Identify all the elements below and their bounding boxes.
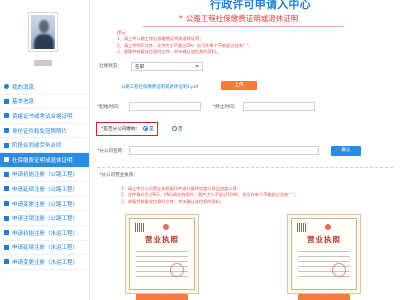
sidebar-item-label: 申请延续注册（水运工程） bbox=[12, 245, 79, 252]
main-content: * 公路工程社保缴费证明或退休证明 提示： 1、请上传公路工程社保缴费证明或退休证… bbox=[91, 0, 400, 300]
company-name-label: *分公司名称： bbox=[97, 149, 127, 154]
tips-line: 3、收集并装载该信息时文件，并未确认该信息的资料。 bbox=[117, 49, 221, 55]
sidebar-item-basic-info[interactable]: 基本信息 bbox=[0, 95, 89, 110]
form-icon bbox=[4, 259, 9, 265]
radio-no[interactable] bbox=[172, 126, 177, 131]
seal-icon bbox=[170, 263, 184, 277]
licence-image-front[interactable]: 营业执照 bbox=[125, 214, 199, 294]
uploaded-file-link[interactable]: 公路工程社保缴费证明或退休证明1.pdf bbox=[121, 84, 198, 90]
sidebar-item-qualification[interactable]: 资格证书或考试合格证明 bbox=[0, 109, 89, 124]
sidebar-item-renew-reg-highway[interactable]: 申请延续注册（公路工程） bbox=[0, 182, 89, 197]
qr-code-icon bbox=[297, 223, 306, 232]
section-divider bbox=[97, 167, 393, 168]
start-date-input[interactable] bbox=[129, 102, 201, 111]
sidebar-item-initial-reg-water[interactable]: 申请初始注册（水运工程） bbox=[0, 226, 89, 241]
sidebar-item-label: 申请注销注册（公路工程） bbox=[12, 216, 79, 223]
notes-line: 2、文件格式为 JPEG、PNG格式的图片，图片大小不超过500K，仅可作单个不… bbox=[121, 192, 299, 198]
sidebar-item-label: 申请初始注册（水运工程） bbox=[12, 230, 79, 237]
end-date-label: *终止时间： bbox=[213, 105, 239, 110]
sidebar-item-social-security[interactable]: 社保缴费证明或退休证明 bbox=[0, 152, 89, 168]
form-icon bbox=[4, 171, 9, 177]
form-icon bbox=[4, 215, 9, 221]
sidebar-item-id-photo[interactable]: 身份证件和免冠照照片 bbox=[0, 124, 89, 139]
licence-title: 营业执照 bbox=[145, 235, 179, 244]
confirm-button[interactable]: 确认 bbox=[331, 146, 361, 156]
licence-upload-button-back[interactable] bbox=[298, 294, 350, 300]
page-title: * 公路工程社保缴费证明或退休证明 bbox=[179, 13, 298, 24]
licence-label: *分公司营业执照： bbox=[99, 173, 139, 178]
sidebar: 我的消息 基本信息 资格证书或考试合格证明 身份证件和免冠照照片 阶段合同或劳务… bbox=[0, 0, 90, 300]
branch-question: *是否分公司缴纳： 是 bbox=[101, 126, 154, 132]
radio-no-label: 否 bbox=[178, 127, 183, 132]
sidebar-item-label: 阶段合同或劳务合同 bbox=[12, 143, 62, 150]
social-status-select[interactable]: 在职 bbox=[131, 62, 203, 71]
start-date-label: *起始时间： bbox=[97, 105, 123, 110]
required-star-icon: * bbox=[179, 14, 183, 23]
radio-no-group: 否 bbox=[169, 126, 183, 132]
emblem-icon bbox=[163, 224, 169, 230]
form-icon bbox=[4, 230, 9, 236]
qr-code-icon bbox=[135, 223, 144, 232]
sidebar-item-label: 我的消息 bbox=[12, 84, 35, 91]
sidebar-item-label: 申请初始注册（公路工程） bbox=[12, 172, 79, 179]
sidebar-item-label: 基本信息 bbox=[12, 99, 35, 106]
emblem-icon bbox=[325, 224, 331, 230]
certificate-icon bbox=[4, 113, 9, 119]
contract-icon bbox=[4, 142, 9, 148]
social-status-label: 社保状态： bbox=[99, 64, 122, 69]
sidebar-item-renew-reg-water[interactable]: 申请延续注册（水运工程） bbox=[0, 241, 89, 256]
avatar-frame bbox=[28, 12, 58, 52]
bell-icon bbox=[4, 84, 9, 90]
sidebar-item-initial-reg-highway[interactable]: 申请初始注册（公路工程） bbox=[0, 168, 89, 183]
sidebar-item-cancel-reg-highway[interactable]: 申请注销注册（公路工程） bbox=[0, 211, 89, 226]
form-icon bbox=[4, 244, 9, 250]
form-icon bbox=[4, 186, 9, 192]
sidebar-item-label: 申请变更注册（水运工程） bbox=[12, 259, 79, 266]
form-icon bbox=[4, 201, 9, 207]
branch-label: *是否分公司缴纳： bbox=[101, 127, 141, 132]
page-title-text: 公路工程社保缴费证明或退休证明 bbox=[185, 14, 299, 23]
doc-icon bbox=[4, 98, 9, 104]
licence-title: 营业执照 bbox=[307, 235, 341, 244]
licence-upload-button-front[interactable] bbox=[136, 294, 188, 300]
tips-block: 提示： 1、请上传公路工程社保缴费证明或退休证明； 2、请上传PDF文件，文件大… bbox=[117, 30, 253, 56]
sidebar-item-change-reg-highway[interactable]: 申请变更注册（公路工程） bbox=[0, 197, 89, 212]
sidebar-item-label: 申请变更注册（公路工程） bbox=[12, 201, 79, 208]
licence-notes: 1、请上传分公司营业执照复印件或扫描件加盖公章且加盖公章； 2、文件格式为 JP… bbox=[121, 186, 298, 205]
sidebar-item-messages[interactable]: 我的消息 bbox=[0, 80, 89, 95]
heading-divider bbox=[143, 26, 343, 27]
sidebar-item-label: 申请延续注册（公路工程） bbox=[12, 186, 79, 193]
chevron-down-icon bbox=[195, 65, 199, 68]
licence-image-back[interactable]: 营业执照 bbox=[287, 214, 361, 294]
sidebar-item-label: 社保缴费证明或退休证明 bbox=[12, 157, 73, 164]
sidebar-item-change-reg-water[interactable]: 申请变更注册（水运工程） bbox=[0, 255, 89, 270]
sidebar-nav: 我的消息 基本信息 资格证书或考试合格证明 身份证件和免冠照照片 阶段合同或劳务… bbox=[0, 80, 89, 270]
sidebar-item-label: 资格证书或考试合格证明 bbox=[12, 113, 73, 120]
radio-yes[interactable] bbox=[143, 126, 149, 131]
seal-icon bbox=[332, 263, 346, 277]
user-name-redacted bbox=[34, 60, 52, 66]
upload-button[interactable]: 上传 bbox=[221, 81, 257, 90]
sidebar-item-label: 身份证件和免冠照照片 bbox=[12, 128, 68, 135]
company-name-input[interactable] bbox=[129, 146, 319, 155]
avatar bbox=[31, 15, 55, 49]
notes-line: 3、收集并装载该信息时文件，并未确认该信息的资料。 bbox=[121, 198, 225, 204]
shield-icon bbox=[4, 157, 9, 163]
radio-yes-label: 是 bbox=[149, 127, 154, 132]
end-date-input[interactable] bbox=[243, 102, 315, 111]
id-card-icon bbox=[4, 128, 9, 134]
social-status-value: 在职 bbox=[135, 65, 145, 70]
sidebar-item-contract[interactable]: 阶段合同或劳务合同 bbox=[0, 138, 89, 153]
